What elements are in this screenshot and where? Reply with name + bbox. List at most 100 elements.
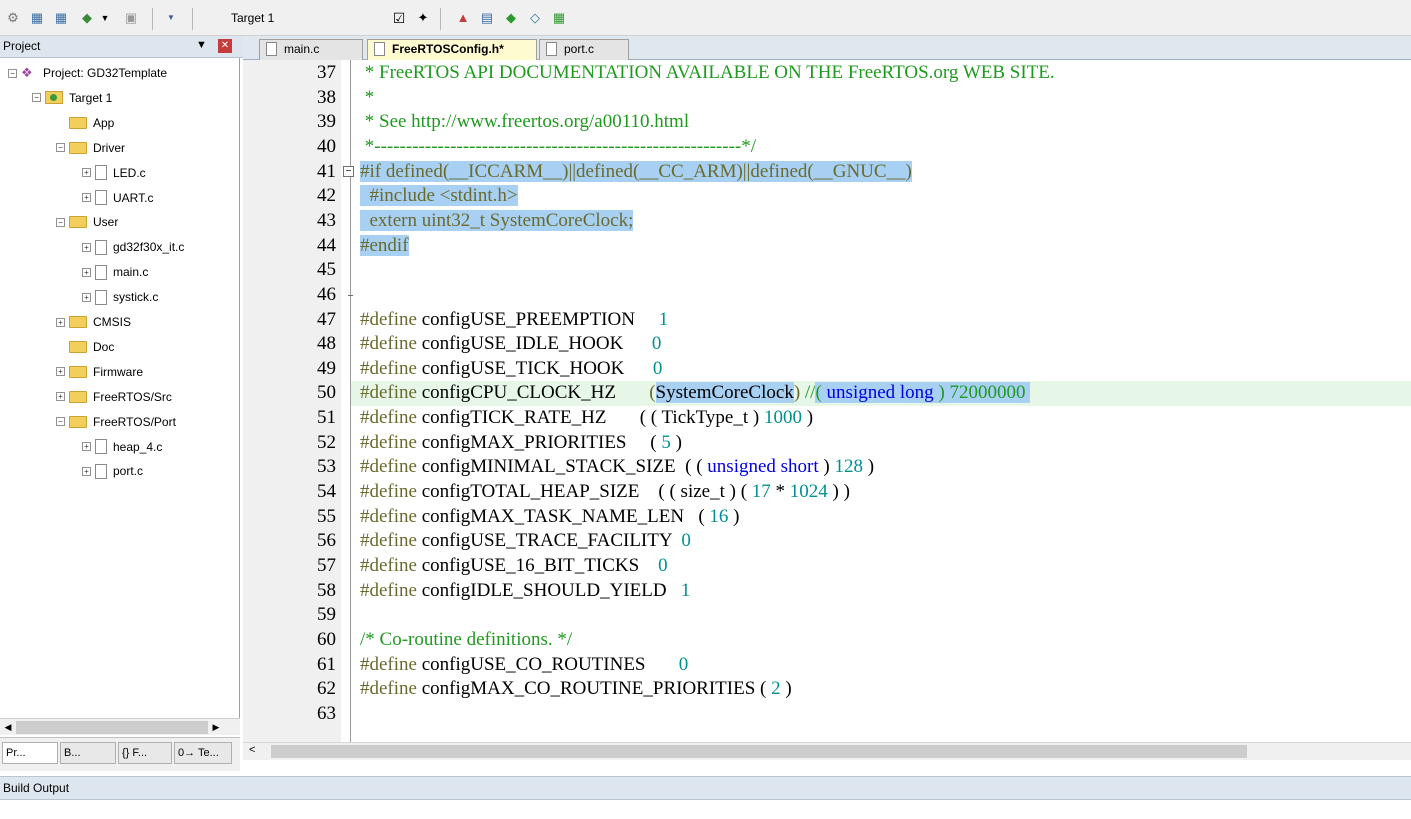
expand-icon[interactable]: + <box>82 168 91 178</box>
code-line[interactable]: 43 extern uint32_t SystemCoreClock; <box>243 209 1411 234</box>
tree-item[interactable]: + Firmware <box>56 360 143 384</box>
scroll-left-icon[interactable]: ◀ <box>0 720 16 735</box>
code-line[interactable]: 56 #define configUSE_TRACE_FACILITY 0 <box>243 529 1411 554</box>
code-line[interactable]: 45 <box>243 258 1411 283</box>
build-output-pane[interactable] <box>0 800 1411 819</box>
tree-item[interactable]: + heap_4.c <box>82 435 162 459</box>
tab-templates[interactable]: 0→ Te... <box>174 742 232 764</box>
tree-item[interactable]: − FreeRTOS/Port <box>56 410 176 434</box>
tree-item[interactable]: + main.c <box>82 260 148 284</box>
target-select[interactable]: Target 1 <box>225 9 385 28</box>
tab-project[interactable]: Pr... <box>2 742 58 764</box>
collapse-icon[interactable]: − <box>56 143 65 153</box>
expand-icon[interactable]: + <box>82 193 91 202</box>
code-line[interactable]: 40 *------------------------------------… <box>243 135 1411 160</box>
code-line[interactable]: 42 #include <stdint.h> <box>243 184 1411 209</box>
collapse-icon[interactable]: − <box>8 68 17 78</box>
code-line[interactable]: 44 #endif <box>243 234 1411 259</box>
code-line[interactable]: 50 #define configCPU_CLOCK_HZ (SystemCore… <box>243 381 1411 406</box>
scroll-left-icon[interactable]: < <box>249 744 255 756</box>
scroll-thumb[interactable] <box>16 721 208 734</box>
code-line[interactable]: 41− #if defined(__ICCARM__)||defined(__CC… <box>243 160 1411 185</box>
expand-icon[interactable]: + <box>56 392 65 402</box>
checkbox-icon[interactable]: ☑ <box>390 9 408 27</box>
code-line[interactable]: 58 #define configIDLE_SHOULD_YIELD 1 <box>243 579 1411 604</box>
close-icon[interactable]: ✕ <box>218 39 232 53</box>
expand-icon[interactable]: + <box>82 267 91 277</box>
code-line[interactable]: 37 * FreeRTOS API DOCUMENTATION AVAILABL… <box>243 61 1411 86</box>
disk-icon[interactable]: ▣ <box>122 9 140 27</box>
line-number: 63 <box>317 702 336 724</box>
tree-item[interactable]: + FreeRTOS/Src <box>56 385 172 409</box>
expand-icon[interactable]: + <box>82 242 91 252</box>
code-line[interactable]: 54 #define configTOTAL_HEAP_SIZE ( ( size… <box>243 480 1411 505</box>
code-line[interactable]: 49 #define configUSE_TICK_HOOK 0 <box>243 357 1411 382</box>
fold-collapse-icon[interactable]: − <box>343 165 354 177</box>
code-line[interactable]: 51 #define configTICK_RATE_HZ ( ( TickTyp… <box>243 406 1411 431</box>
editor-horizontal-scrollbar[interactable]: < <box>243 742 1411 760</box>
scroll-thumb[interactable] <box>271 745 1247 758</box>
build-icon[interactable]: ▲ <box>454 9 472 27</box>
code-line[interactable]: 60 /* Co-routine definitions. */ <box>243 628 1411 653</box>
code-line[interactable]: 63 <box>243 702 1411 727</box>
tree-item[interactable]: + CMSIS <box>56 310 131 334</box>
code-line[interactable]: 53 #define configMINIMAL_STACK_SIZE ( ( u… <box>243 455 1411 480</box>
tab-functions[interactable]: {} F... <box>118 742 172 764</box>
tree-item-label: Doc <box>93 339 115 354</box>
code-line[interactable]: 55 #define configMAX_TASK_NAME_LEN ( 16 ) <box>243 505 1411 530</box>
code-line[interactable]: 38 * <box>243 86 1411 111</box>
code-token: #define <box>360 678 422 700</box>
collapse-icon[interactable]: − <box>56 217 65 227</box>
tree-item[interactable]: Doc <box>56 335 114 359</box>
collapse-icon[interactable]: − <box>56 417 65 427</box>
code-line[interactable]: 47 #define configUSE_PREEMPTION 1 <box>243 308 1411 333</box>
collapse-icon[interactable]: − <box>32 93 41 103</box>
scroll-right-icon[interactable]: ▶ <box>208 720 224 735</box>
expand-icon[interactable]: + <box>56 317 65 327</box>
code-text: #include <stdint.h> <box>360 184 518 209</box>
tree-item[interactable]: − ❖ Project: GD32Template <box>8 61 167 85</box>
code-line[interactable]: 46 <box>243 283 1411 308</box>
expand-icon[interactable]: + <box>82 442 91 451</box>
tree-item-label: User <box>93 215 119 230</box>
code-line[interactable]: 61 #define configUSE_CO_ROUTINES 0 <box>243 653 1411 678</box>
tree-item[interactable]: + LED.c <box>82 161 146 185</box>
code-line[interactable]: 59 <box>243 603 1411 628</box>
gem-outline-icon[interactable]: ◇ <box>526 9 544 27</box>
tree-item[interactable]: + systick.c <box>82 285 158 309</box>
gem-green-icon[interactable]: ◆ <box>502 9 520 27</box>
code-text: /* Co-routine definitions. */ <box>360 628 572 653</box>
expand-icon[interactable]: + <box>56 367 65 377</box>
insert-icon[interactable]: ◆ <box>78 9 96 27</box>
tab-books[interactable]: B... <box>60 742 116 764</box>
tree-item[interactable]: + port.c <box>82 459 143 483</box>
load-icon[interactable]: ▼ <box>162 9 180 27</box>
tree-item[interactable]: App <box>56 111 114 135</box>
code-line[interactable]: 62 #define configMAX_CO_ROUTINE_PRIORITIE… <box>243 677 1411 702</box>
tree-item[interactable]: − Target 1 <box>32 86 112 110</box>
tab-port-c[interactable]: port.c <box>539 39 629 60</box>
code-line[interactable]: 48 #define configUSE_IDLE_HOOK 0 <box>243 332 1411 357</box>
tab-freertosconfig-h[interactable]: FreeRTOSConfig.h* <box>367 39 537 60</box>
tree-item[interactable]: + gd32f30x_it.c <box>82 235 184 259</box>
code-line[interactable]: 52 #define configMAX_PRIORITIES ( 5 ) <box>243 431 1411 456</box>
stack-icon[interactable]: ▦ <box>550 9 568 27</box>
code-editor[interactable]: 37 * FreeRTOS API DOCUMENTATION AVAILABL… <box>243 60 1411 742</box>
rebuild-icon[interactable]: ▤ <box>478 9 496 27</box>
pin-icon[interactable]: ▼ <box>196 39 207 51</box>
dropdown-arrow-icon[interactable]: ▼ <box>96 9 114 27</box>
calc-icon[interactable]: ▦ <box>28 9 46 27</box>
settings-icon[interactable]: ⚙ <box>4 9 22 27</box>
calc-icon[interactable]: ▦ <box>52 9 70 27</box>
expand-icon[interactable]: + <box>82 466 91 476</box>
tree-item[interactable]: + UART.c <box>82 186 153 210</box>
expand-icon[interactable]: + <box>82 292 91 302</box>
wand-icon[interactable]: ✦ <box>414 9 432 27</box>
project-horizontal-scrollbar[interactable]: ◀ ▶ <box>0 718 240 735</box>
file-icon <box>95 463 107 479</box>
tree-item[interactable]: − Driver <box>56 136 125 160</box>
tree-item[interactable]: − User <box>56 210 118 234</box>
code-line[interactable]: 39 * See http://www.freertos.org/a00110.… <box>243 110 1411 135</box>
code-line[interactable]: 57 #define configUSE_16_BIT_TICKS 0 <box>243 554 1411 579</box>
tab-main-c[interactable]: main.c <box>259 39 363 60</box>
